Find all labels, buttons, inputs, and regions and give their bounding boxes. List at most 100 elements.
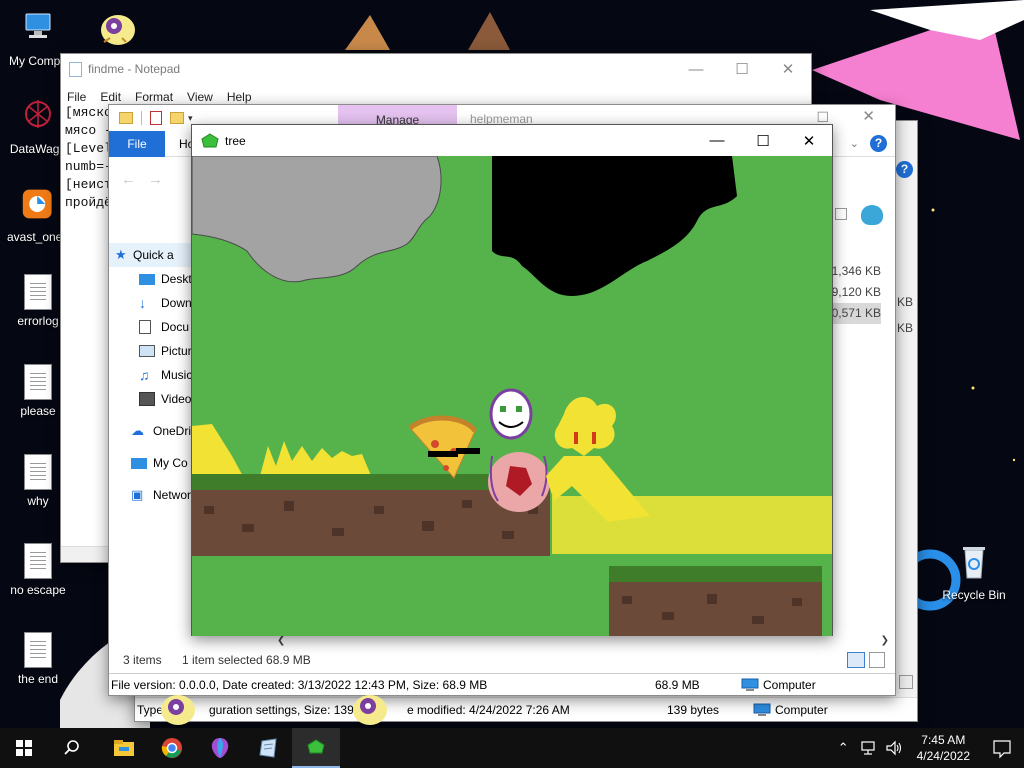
quick-access-dropdown-icon[interactable]: ▾	[188, 113, 193, 124]
search-button[interactable]	[48, 728, 96, 768]
star-icon: ★	[115, 247, 127, 262]
large-icons-view-button[interactable]	[869, 652, 885, 668]
navigation-pane: ★ Quick a Deskto ↓ Down Docu Pictur ♫ Mu…	[109, 243, 199, 507]
horizontal-scrollbar[interactable]: ❮ ❯	[277, 635, 889, 647]
chevron-up-icon[interactable]: ⌃	[832, 740, 855, 756]
menu-format[interactable]: Format	[135, 90, 173, 104]
details-view-button[interactable]	[847, 652, 865, 668]
desktop-icon-label: the end	[17, 672, 59, 686]
help-icon[interactable]: ?	[870, 135, 887, 152]
computer-icon	[131, 457, 147, 469]
desktop-icon-label: Recycle Bin	[942, 588, 1006, 602]
nav-documents[interactable]: Docu	[109, 315, 199, 339]
taskbar-app-notepad[interactable]	[244, 728, 292, 768]
nav-network[interactable]: ▣ Networ	[109, 483, 199, 507]
nav-music[interactable]: ♫ Music	[109, 363, 199, 387]
minimize-button[interactable]: —	[694, 126, 740, 156]
status-selected: 1 item selected 68.9 MB	[182, 653, 311, 667]
nav-my-computer[interactable]: My Co	[109, 451, 199, 475]
maximize-button[interactable]: ☐	[719, 54, 765, 84]
taskbar-app-chrome[interactable]	[148, 728, 196, 768]
network-icon: ▣	[131, 487, 144, 502]
folder-icon	[119, 112, 133, 124]
volume-icon[interactable]	[885, 740, 903, 756]
game-canvas[interactable]	[192, 156, 832, 636]
nav-downloads[interactable]: ↓ Down	[109, 291, 199, 315]
windows-logo-icon	[16, 740, 32, 756]
notification-icon[interactable]	[980, 728, 1024, 768]
tab-file[interactable]: File	[109, 130, 165, 157]
size-cell: 0,571 KB	[831, 303, 881, 324]
pictures-icon	[139, 345, 155, 357]
nav-videos[interactable]: Video	[109, 387, 199, 411]
forward-arrow-icon[interactable]: →	[148, 171, 163, 188]
nav-label: Networ	[153, 488, 192, 502]
game-window[interactable]: tree — ☐ ✕	[191, 124, 833, 636]
music-icon: ♫	[139, 367, 150, 383]
computer-icon	[741, 678, 759, 691]
notepad-title: findme - Notepad	[88, 62, 181, 76]
game-title: tree	[225, 133, 246, 148]
status-item-count: 3 items	[123, 653, 162, 667]
download-icon: ↓	[139, 295, 146, 311]
chick-sprite	[101, 15, 135, 45]
view-toggle-icon[interactable]	[835, 208, 847, 220]
back-view-buttons[interactable]	[899, 675, 913, 689]
menu-edit[interactable]: Edit	[100, 90, 121, 104]
maximize-button[interactable]: ☐	[740, 126, 786, 156]
game-titlebar[interactable]: tree — ☐ ✕	[192, 125, 832, 156]
new-folder-icon[interactable]	[170, 112, 184, 124]
menu-file[interactable]: File	[67, 90, 86, 104]
recycle-bin-icon	[963, 547, 985, 579]
menu-help[interactable]: Help	[227, 90, 252, 104]
details-size: 68.9 MB	[655, 677, 700, 692]
help-icon[interactable]: ?	[896, 161, 913, 178]
nav-label: Music	[161, 368, 193, 382]
nav-quick-access[interactable]: ★ Quick a	[109, 243, 199, 267]
paint-icon	[211, 738, 229, 758]
notepad-app-icon	[69, 61, 82, 77]
nav-pictures[interactable]: Pictur	[109, 339, 199, 363]
scroll-left-icon[interactable]: ❮	[277, 635, 285, 647]
close-button[interactable]: ✕	[862, 107, 875, 125]
notepad-titlebar[interactable]: findme - Notepad — ☐ ✕	[61, 54, 811, 84]
menu-view[interactable]: View	[187, 90, 213, 104]
back-size-cell: KB	[896, 321, 913, 335]
taskbar: ⌃ 7:45 AM 4/24/2022	[0, 728, 1024, 768]
explorer-back-statusbar: Type guration settings, Size: 139 by e m…	[135, 697, 917, 721]
text-file-icon	[24, 543, 52, 579]
taskbar-app-file-explorer[interactable]	[100, 728, 148, 768]
text-file-icon	[24, 632, 52, 668]
expand-ribbon-icon[interactable]: ⌄	[850, 137, 859, 150]
taskbar-app-tree-game[interactable]	[292, 728, 340, 768]
system-tray: ⌃ 7:45 AM 4/24/2022	[832, 728, 1024, 768]
back-info-location-label: Computer	[775, 702, 828, 717]
text-file-icon	[24, 454, 52, 490]
desktop-icon	[139, 273, 155, 285]
chick-sprite	[353, 695, 387, 725]
desktop-icon-recycle-bin[interactable]: Recycle Bin	[934, 542, 1014, 602]
text-file-icon	[24, 364, 52, 400]
properties-icon[interactable]	[150, 111, 162, 125]
back-arrow-icon[interactable]: ←	[121, 171, 136, 188]
size-cell: 9,120 KB	[831, 285, 881, 299]
close-button[interactable]: ✕	[765, 54, 811, 84]
minimize-button[interactable]: —	[673, 54, 719, 84]
desktop-icon-the-end[interactable]: the end	[0, 632, 76, 686]
onedrive-icon: ☁	[131, 423, 144, 438]
close-button[interactable]: ✕	[786, 126, 832, 156]
clock-date: 4/24/2022	[916, 749, 970, 763]
scroll-right-icon[interactable]: ❯	[881, 635, 889, 647]
computer-icon	[753, 703, 771, 716]
notepad-icon	[259, 738, 277, 758]
nav-desktop[interactable]: Deskto	[109, 267, 199, 291]
clock[interactable]: 7:45 AM 4/24/2022	[907, 732, 980, 764]
taskbar-app-paint[interactable]	[196, 728, 244, 768]
notepad-scrollbar-h[interactable]	[61, 546, 109, 562]
back-info-mid: guration settings, Size: 139 by	[209, 702, 370, 717]
nav-onedrive[interactable]: ☁ OneDriv	[109, 419, 199, 443]
network-icon[interactable]	[859, 740, 877, 756]
nav-label: Docu	[161, 320, 190, 334]
start-button[interactable]	[0, 728, 48, 768]
datawagon-icon	[25, 100, 51, 128]
